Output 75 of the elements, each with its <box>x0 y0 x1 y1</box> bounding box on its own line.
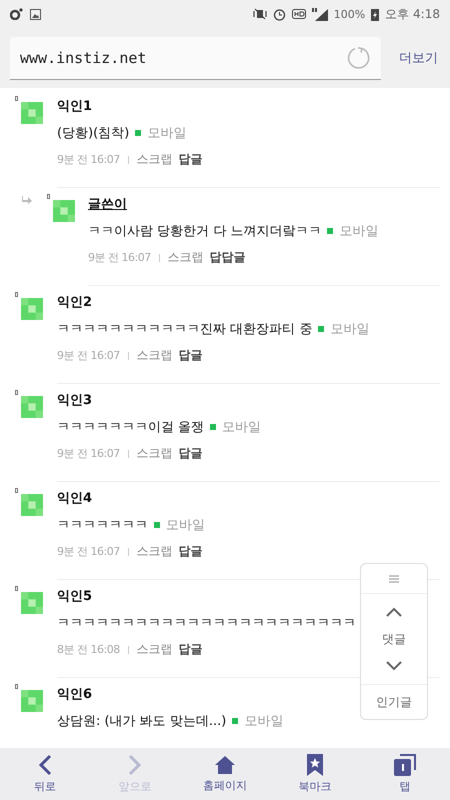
reply-link[interactable]: 답글 <box>178 543 203 560</box>
comment-text: (당황)(침착) <box>57 124 130 142</box>
alarm-icon <box>272 8 286 20</box>
avatar-icon <box>21 396 43 418</box>
comment-text: ㅋㅋㅋㅋㅋㅋㅋㅋㅋㅋㅋㅋㅋㅋㅋㅋㅋㅋㅋㅋㅋㅋㅋ <box>57 614 356 632</box>
reply-link[interactable]: 답글 <box>178 445 203 462</box>
scrap-link[interactable]: 스크랩 <box>136 151 173 168</box>
device-label: 모바일 <box>339 222 378 240</box>
device-label: 모바일 <box>166 516 205 534</box>
chevron-down-icon[interactable] <box>384 658 404 673</box>
hd-icon <box>292 9 306 19</box>
author-name: 익인5 <box>57 588 92 604</box>
comment-time: 9분 전 16:07 <box>57 446 120 461</box>
marker-icon <box>15 390 18 395</box>
author-name: 익인3 <box>57 392 92 408</box>
chevron-up-icon[interactable] <box>384 605 404 620</box>
comment-text: ㅋㅋ이사람 당황한거 다 느껴지더랔ㅋㅋ <box>88 222 322 240</box>
url-field[interactable]: www.instiz.net <box>10 36 381 80</box>
comment-time: 9분 전 16:07 <box>57 348 120 363</box>
comment-text: ㅋㅋㅋㅋㅋㅋㅋ <box>57 516 148 534</box>
nav-button[interactable]: 뒤로 <box>0 748 90 800</box>
device-label: 모바일 <box>147 124 186 142</box>
comment-label: 댓글 <box>382 630 406 648</box>
avatar-icon <box>21 690 43 712</box>
circle-dot-icon <box>10 8 24 20</box>
marker-icon <box>15 292 18 297</box>
marker-icon <box>15 684 18 689</box>
battery-percent: 100% <box>334 8 366 20</box>
comment-time: 9분 전 16:07 <box>57 152 120 167</box>
marker-icon <box>47 194 50 199</box>
avatar-icon <box>21 592 43 614</box>
signal-icon <box>312 8 328 20</box>
home-icon <box>214 755 236 775</box>
reply-arrow-icon <box>22 196 32 204</box>
avatar-icon <box>53 200 75 222</box>
marker-icon <box>15 488 18 493</box>
battery-charging-icon <box>371 8 380 20</box>
scrap-link[interactable]: 스크랩 <box>136 445 173 462</box>
avatar-icon <box>21 298 43 320</box>
device-label: 모바일 <box>330 320 370 338</box>
reply-link[interactable]: 답답글 <box>210 249 246 266</box>
comment-text: ㅋㅋㅋㅋㅋㅋㅋ이걸 올쟁 <box>57 418 204 436</box>
author-name: 익인4 <box>57 490 92 506</box>
comment-time: 9분 전 16:07 <box>57 544 120 559</box>
comment-time: 9분 전 16:07 <box>88 250 151 265</box>
nav-button[interactable]: 북마크 <box>270 748 360 800</box>
comment-time: 8분 전 16:08 <box>57 642 120 657</box>
marker-icon <box>15 586 18 591</box>
marker-icon <box>15 96 18 101</box>
clock-time: 오후 4:18 <box>385 6 440 22</box>
scrap-link[interactable]: 스크랩 <box>136 347 173 364</box>
scrap-link[interactable]: 스크랩 <box>136 641 173 658</box>
nav-button[interactable]: 홈페이지 <box>180 748 270 800</box>
tabs-icon <box>394 754 416 776</box>
comment-text: ㅋㅋㅋㅋㅋㅋㅋㅋㅋㅋㅋ진짜 대환장파티 중 <box>57 320 312 338</box>
avatar-icon <box>21 102 43 124</box>
avatar-icon <box>21 494 43 516</box>
bookmark-star-icon <box>306 754 324 776</box>
comment-text: 상담원: (내가 봐도 맞는데...) <box>57 712 226 730</box>
more-button[interactable]: 더보기 <box>395 45 442 71</box>
vibrate-off-icon <box>252 8 267 20</box>
nav-button[interactable]: 탭 <box>360 748 450 800</box>
device-label: 모바일 <box>244 712 284 730</box>
reply-link[interactable]: 답글 <box>178 641 203 658</box>
popular-posts-button[interactable]: 인기글 <box>370 685 418 719</box>
author-name[interactable]: 글쓴이 <box>88 194 127 212</box>
author-name: 익인2 <box>57 294 92 310</box>
image-icon <box>30 8 41 20</box>
reply-link[interactable]: 답글 <box>178 151 203 168</box>
author-name: 익인6 <box>57 686 92 702</box>
scrap-link[interactable]: 스크랩 <box>136 543 173 560</box>
device-label: 모바일 <box>222 418 262 436</box>
scrap-link[interactable]: 스크랩 <box>168 249 204 266</box>
reply-link[interactable]: 답글 <box>178 347 203 364</box>
author-name: 익인1 <box>57 98 92 114</box>
